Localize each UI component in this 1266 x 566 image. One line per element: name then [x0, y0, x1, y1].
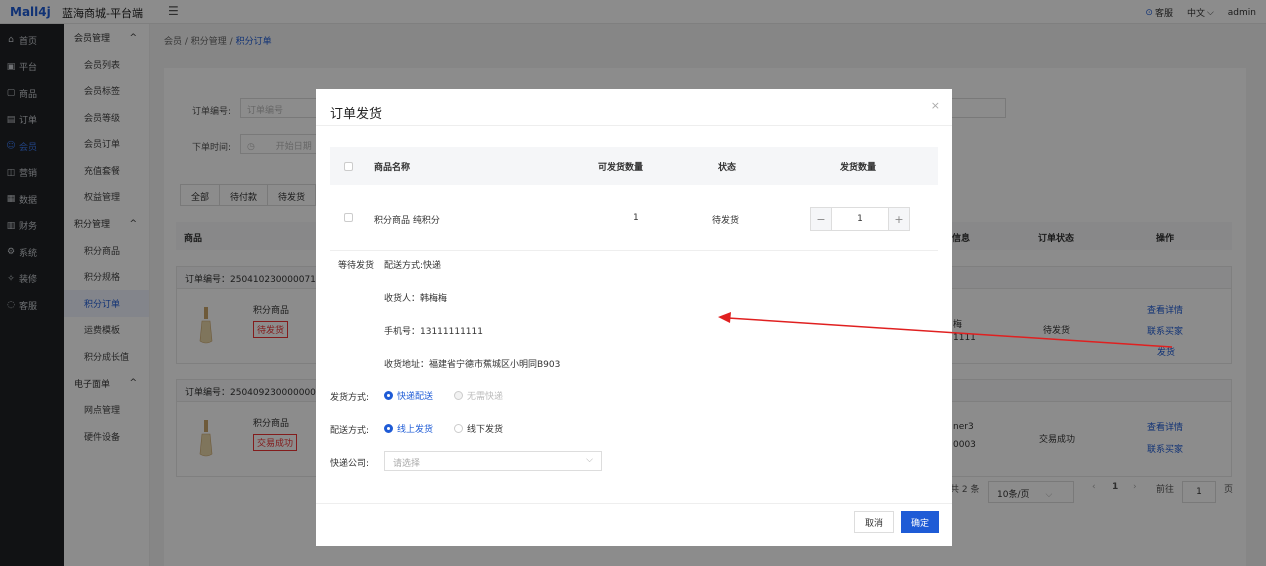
goods-name: 积分商品 纯积分	[374, 216, 440, 226]
ship-way-label: 发货方式:	[330, 393, 370, 403]
plus-icon[interactable]: +	[889, 208, 909, 230]
radio-icon	[454, 424, 463, 433]
wait-ship-label: 等待发货	[338, 261, 375, 271]
select-all-checkbox[interactable]	[344, 162, 353, 171]
company-label: 快递公司:	[330, 459, 370, 469]
col-goods-name: 商品名称	[374, 163, 411, 173]
express-company-select[interactable]: 请选择 ⌵	[384, 451, 602, 471]
ship-dialog: 订单发货 × 商品名称 可发货数量 状态 发货数量 积分商品 纯积分 1 待发货…	[316, 89, 952, 546]
confirm-button[interactable]: 确定	[901, 511, 939, 533]
row-checkbox[interactable]	[344, 213, 353, 222]
col-qty: 可发货数量	[598, 163, 644, 173]
goods-status: 待发货	[712, 216, 740, 226]
deliver-label: 配送方式:	[330, 426, 370, 436]
receiver-text: 收货人：韩梅梅	[384, 294, 448, 304]
phone-text: 手机号：13111111111	[384, 327, 483, 337]
goods-qty: 1	[633, 213, 639, 223]
send-qty-value[interactable]: 1	[831, 208, 889, 230]
deliver-online-radio[interactable]: 线上发货	[384, 422, 433, 435]
radio-checked-icon	[384, 424, 393, 433]
cancel-button[interactable]: 取消	[854, 511, 894, 533]
chevron-down-icon: ⌵	[586, 455, 593, 465]
delivery-method-text: 配送方式:快递	[384, 261, 442, 271]
col-status: 状态	[718, 163, 737, 173]
ship-way-express-radio[interactable]: 快递配送	[384, 389, 433, 402]
goods-table-header: 商品名称 可发货数量 状态 发货数量	[330, 147, 938, 185]
close-icon[interactable]: ×	[931, 99, 940, 112]
radio-checked-icon	[384, 391, 393, 400]
dialog-title: 订单发货	[330, 107, 383, 122]
radio-icon	[454, 391, 463, 400]
divider	[316, 125, 952, 126]
address-text: 收货地址：福建省宁德市蕉城区小明同B903	[384, 360, 561, 370]
goods-row: 积分商品 纯积分 1 待发货 − 1 +	[330, 195, 938, 251]
col-send-qty: 发货数量	[840, 163, 877, 173]
minus-icon[interactable]: −	[811, 208, 831, 230]
deliver-offline-radio[interactable]: 线下发货	[454, 422, 503, 435]
send-qty-stepper[interactable]: − 1 +	[810, 207, 910, 231]
ship-way-none-radio[interactable]: 无需快递	[454, 389, 503, 402]
divider	[316, 503, 952, 504]
